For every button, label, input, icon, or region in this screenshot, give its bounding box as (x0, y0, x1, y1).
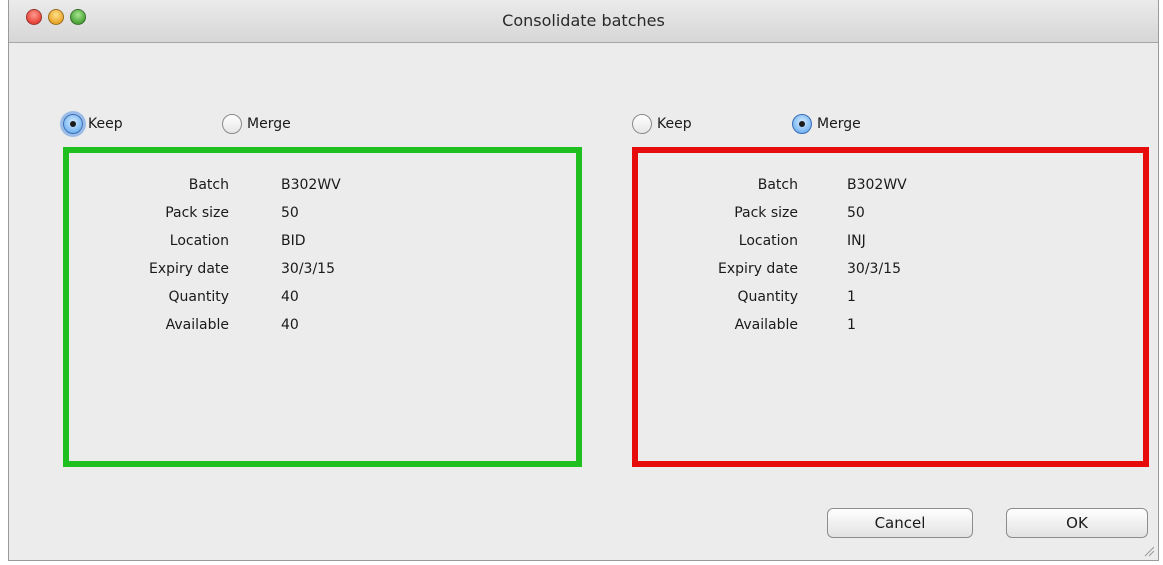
radio-selected-icon (792, 114, 812, 134)
field-value: INJ (847, 233, 866, 249)
right-merge-label: Merge (817, 116, 861, 132)
field-label: Quantity (737, 289, 799, 305)
right-merge-radio[interactable]: Merge (792, 112, 861, 136)
left-keep-label: Keep (88, 116, 123, 132)
field-label: Expiry date (718, 261, 798, 277)
left-merge-label: Merge (247, 116, 291, 132)
window-title: Consolidate batches (502, 11, 665, 30)
field-value: 50 (281, 205, 299, 221)
field-value: B302WV (281, 177, 341, 193)
keep-batch-panel: Batch B302WV Pack size 50 Location BID E… (63, 147, 582, 467)
field-label: Pack size (165, 205, 229, 221)
left-merge-radio[interactable]: Merge (222, 112, 291, 136)
dialog-window: Consolidate batches Keep Merge Keep Merg… (8, 0, 1159, 561)
radio-unselected-icon (632, 114, 652, 134)
field-label: Available (165, 317, 229, 333)
field-label: Location (169, 233, 229, 249)
field-value: 40 (281, 289, 299, 305)
field-value: 1 (847, 289, 856, 305)
radio-unselected-icon (222, 114, 242, 134)
field-label: Location (738, 233, 798, 249)
field-value: BID (281, 233, 306, 249)
right-keep-radio[interactable]: Keep (632, 112, 692, 136)
merge-batch-panel: Batch B302WV Pack size 50 Location INJ E… (632, 147, 1149, 467)
ok-button[interactable]: OK (1006, 508, 1148, 538)
field-value: 30/3/15 (281, 261, 335, 277)
field-value: 30/3/15 (847, 261, 901, 277)
cancel-button[interactable]: Cancel (827, 508, 973, 538)
field-value: B302WV (847, 177, 907, 193)
left-keep-radio[interactable]: Keep (63, 112, 123, 136)
field-label: Quantity (168, 289, 230, 305)
field-label: Batch (188, 177, 229, 193)
field-value: 1 (847, 317, 856, 333)
field-label: Pack size (734, 205, 798, 221)
field-label: Available (734, 317, 798, 333)
field-value: 50 (847, 205, 865, 221)
field-label: Batch (757, 177, 798, 193)
resize-grip-icon[interactable] (1143, 545, 1155, 557)
field-label: Expiry date (149, 261, 229, 277)
radio-selected-icon (63, 114, 83, 134)
title-bar: Consolidate batches (9, 0, 1158, 43)
field-value: 40 (281, 317, 299, 333)
right-keep-label: Keep (657, 116, 692, 132)
